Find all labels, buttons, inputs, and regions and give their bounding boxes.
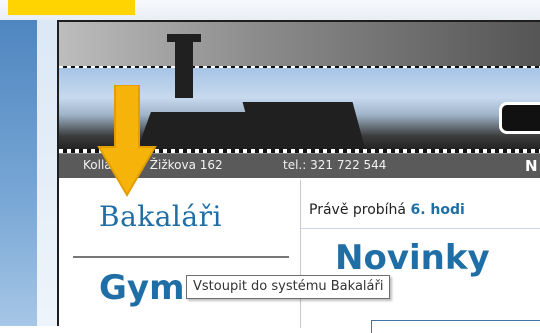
- notice-prefix: Právě probíhá: [309, 202, 407, 218]
- main-content: Právě probíhá 6. hodi Novinky: [301, 180, 540, 333]
- bakalari-link[interactable]: Bakaláři: [99, 200, 222, 233]
- current-lesson-notice: Právě probíhá 6. hodi: [309, 202, 465, 218]
- tooltip: Vstoupit do systému Bakaláři: [186, 275, 391, 299]
- tower: [175, 38, 193, 98]
- phone-text: tel.: 321 722 544: [283, 158, 387, 172]
- header-corner-text: N: [525, 157, 538, 175]
- page-background-left: [0, 20, 37, 326]
- logo-badge[interactable]: [499, 102, 540, 134]
- left-navigation: Bakaláři Gym: [59, 180, 301, 328]
- header-top-strip: [59, 22, 540, 68]
- nav-divider: [73, 256, 289, 258]
- page-background-margin: [37, 20, 57, 326]
- highlighted-tab: [8, 0, 135, 15]
- tower-top: [167, 34, 201, 42]
- notice-divider: [301, 228, 540, 229]
- news-heading: Novinky: [335, 238, 490, 278]
- notice-highlight: 6. hodi: [410, 202, 465, 218]
- news-box: [371, 320, 540, 333]
- top-strip: [0, 0, 540, 20]
- down-arrow-icon: [97, 85, 157, 197]
- gym-link[interactable]: Gym: [99, 268, 185, 308]
- building-roof-right: [242, 102, 366, 150]
